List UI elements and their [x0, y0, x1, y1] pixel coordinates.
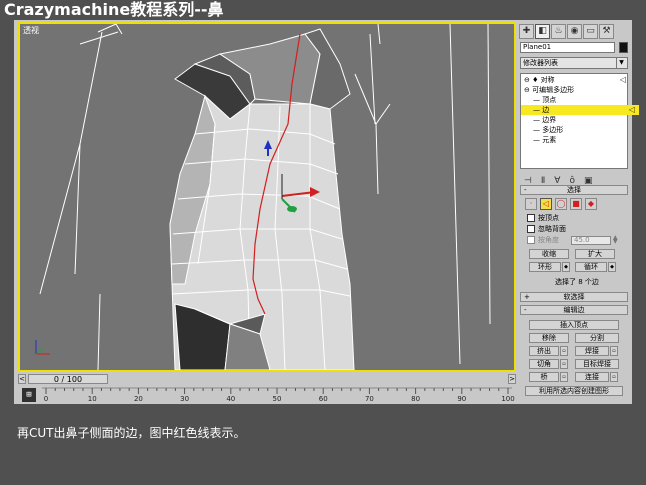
stack-item-edge[interactable]: — 边 ◁: [521, 105, 639, 115]
page-title: Crazymachine教程系列--鼻: [4, 0, 224, 19]
modifier-list-label: 修改器列表: [523, 59, 558, 67]
nose-mesh: [35, 24, 491, 370]
connect-settings-icon[interactable]: ▫: [610, 372, 618, 382]
target-weld-button[interactable]: 目标焊接: [575, 359, 619, 369]
object-color-swatch[interactable]: [619, 42, 628, 53]
checkbox-label: 按角度: [538, 236, 559, 244]
viewport-label[interactable]: 透视: [23, 25, 39, 36]
hierarchy-tab-icon[interactable]: ♨: [551, 24, 566, 39]
loop-spinner-icon[interactable]: ◆: [608, 262, 616, 272]
create-shape-button[interactable]: 利用所选内容创建图形: [525, 386, 623, 396]
ruler-tick-label: 40: [226, 395, 235, 403]
stack-item-label: ⊖ ♦ 对称: [524, 76, 555, 84]
modify-tab-icon[interactable]: ◧: [535, 24, 550, 39]
split-button[interactable]: 分割: [575, 333, 619, 343]
axis-tripod-icon: [35, 340, 50, 355]
motion-tab-icon[interactable]: ◉: [567, 24, 582, 39]
extrude-settings-icon[interactable]: ▫: [560, 346, 568, 356]
command-panel-tabs: ✚ ◧ ♨ ◉ ▭ ⚒: [519, 24, 614, 40]
ruler-tick-label: 60: [319, 395, 328, 403]
command-panel: ✚ ◧ ♨ ◉ ▭ ⚒ Plane01 修改器列表 ▼ ⊖ ♦ 对称 ◁ ⊖ 可…: [517, 22, 639, 404]
selection-rollout-header[interactable]: - 选择: [520, 185, 628, 195]
checkbox-label: 按顶点: [538, 214, 559, 222]
rollout-title: 编辑边: [563, 306, 585, 314]
utilities-tab-icon[interactable]: ⚒: [599, 24, 614, 39]
stack-item-polygon[interactable]: — 多边形: [521, 125, 639, 135]
ruler-tick-label: 100: [501, 395, 514, 403]
element-mode-icon[interactable]: ◆: [585, 198, 597, 210]
stack-item-element[interactable]: — 元素: [521, 135, 639, 145]
stack-item-symmetry[interactable]: ⊖ ♦ 对称 ◁: [521, 75, 630, 85]
chamfer-button[interactable]: 切角: [529, 359, 559, 369]
ring-spinner-icon[interactable]: ◆: [562, 262, 570, 272]
ruler-tick-label: 90: [457, 395, 466, 403]
ring-button[interactable]: 环形: [529, 262, 561, 272]
by-vertex-checkbox[interactable]: 按顶点: [527, 213, 559, 223]
edit-edges-rollout-header[interactable]: - 编辑边: [520, 305, 628, 315]
triangle-icon: ◁: [628, 105, 635, 114]
stack-item-border[interactable]: — 边界: [521, 115, 639, 125]
time-next-button[interactable]: >: [508, 374, 516, 384]
display-tab-icon[interactable]: ▭: [583, 24, 598, 39]
collapse-icon: -: [524, 186, 527, 194]
modifier-stack[interactable]: ⊖ ♦ 对称 ◁ ⊖ 可编辑多边形 — 顶点 — 边 ◁ — 边界 — 多边形 …: [520, 73, 639, 169]
soft-selection-rollout-header[interactable]: + 软选择: [520, 292, 628, 302]
remove-button[interactable]: 移除: [529, 333, 569, 343]
ruler-tick-label: 10: [88, 395, 97, 403]
bridge-button[interactable]: 桥: [529, 372, 559, 382]
expand-icon: +: [524, 293, 530, 301]
ruler-tick-label: 0: [44, 395, 48, 403]
by-angle-checkbox[interactable]: 按角度: [527, 235, 559, 245]
checkbox-box: [527, 236, 535, 244]
checkbox-box: [527, 214, 535, 222]
subobject-icons: · ◁ ◯ ■ ◆: [525, 198, 597, 212]
angle-spinner[interactable]: 45.0: [571, 236, 611, 245]
weld-settings-icon[interactable]: ▫: [610, 346, 618, 356]
time-slider-bar: < 0 / 100 >: [18, 373, 516, 386]
polygon-mode-icon[interactable]: ■: [570, 198, 582, 210]
ruler-tick-label: 20: [134, 395, 143, 403]
ruler-tick-label: 30: [180, 395, 189, 403]
connect-button[interactable]: 连接: [575, 372, 609, 382]
perspective-viewport[interactable]: 透视: [18, 22, 516, 372]
stack-item-label: — 边: [533, 106, 550, 114]
time-slider[interactable]: 0 / 100: [28, 374, 108, 384]
ignore-backfacing-checkbox[interactable]: 忽略背面: [527, 224, 566, 234]
weld-button[interactable]: 焊接: [575, 346, 609, 356]
insert-vertex-button[interactable]: 插入顶点: [529, 320, 619, 330]
object-name-field[interactable]: Plane01: [520, 42, 615, 53]
stack-item-editable-poly[interactable]: ⊖ 可编辑多边形: [521, 85, 630, 95]
grow-button[interactable]: 扩大: [575, 249, 615, 259]
caption-text: 再CUT出鼻子侧面的边，图中红色线表示。: [17, 426, 246, 440]
stack-item-vertex[interactable]: — 顶点: [521, 95, 639, 105]
modifier-list-dropdown[interactable]: 修改器列表 ▼: [520, 57, 628, 69]
create-tab-icon[interactable]: ✚: [519, 24, 534, 39]
chamfer-settings-icon[interactable]: ▫: [560, 359, 568, 369]
loop-button[interactable]: 循环: [575, 262, 607, 272]
checkbox-label: 忽略背面: [538, 225, 566, 233]
extrude-button[interactable]: 挤出: [529, 346, 559, 356]
track-bar[interactable]: ⊞ 0 10 20 30 40 50 60 70 80 90 100: [18, 386, 516, 404]
border-mode-icon[interactable]: ◯: [555, 198, 567, 210]
collapse-icon: -: [524, 306, 527, 314]
ruler-tick-label: 70: [365, 395, 374, 403]
selection-status: 选择了 8 个边: [555, 278, 599, 286]
shrink-button[interactable]: 收缩: [529, 249, 569, 259]
checkbox-box: [527, 225, 535, 233]
ruler-tick-label: 50: [273, 395, 282, 403]
rollout-title: 软选择: [563, 293, 585, 301]
track-ruler[interactable]: 0 10 20 30 40 50 60 70 80 90 100: [18, 386, 516, 404]
bridge-settings-icon[interactable]: ▫: [560, 372, 568, 382]
edge-mode-icon[interactable]: ◁: [540, 198, 552, 210]
chevron-down-icon[interactable]: ▼: [616, 58, 626, 68]
ruler-tick-label: 80: [411, 395, 420, 403]
vertex-mode-icon[interactable]: ·: [525, 198, 537, 210]
rollout-title: 选择: [567, 186, 581, 194]
spinner-arrows-icon[interactable]: ▲ ▼: [613, 235, 618, 245]
time-prev-button[interactable]: <: [18, 374, 26, 384]
triangle-icon: ◁: [619, 75, 626, 84]
